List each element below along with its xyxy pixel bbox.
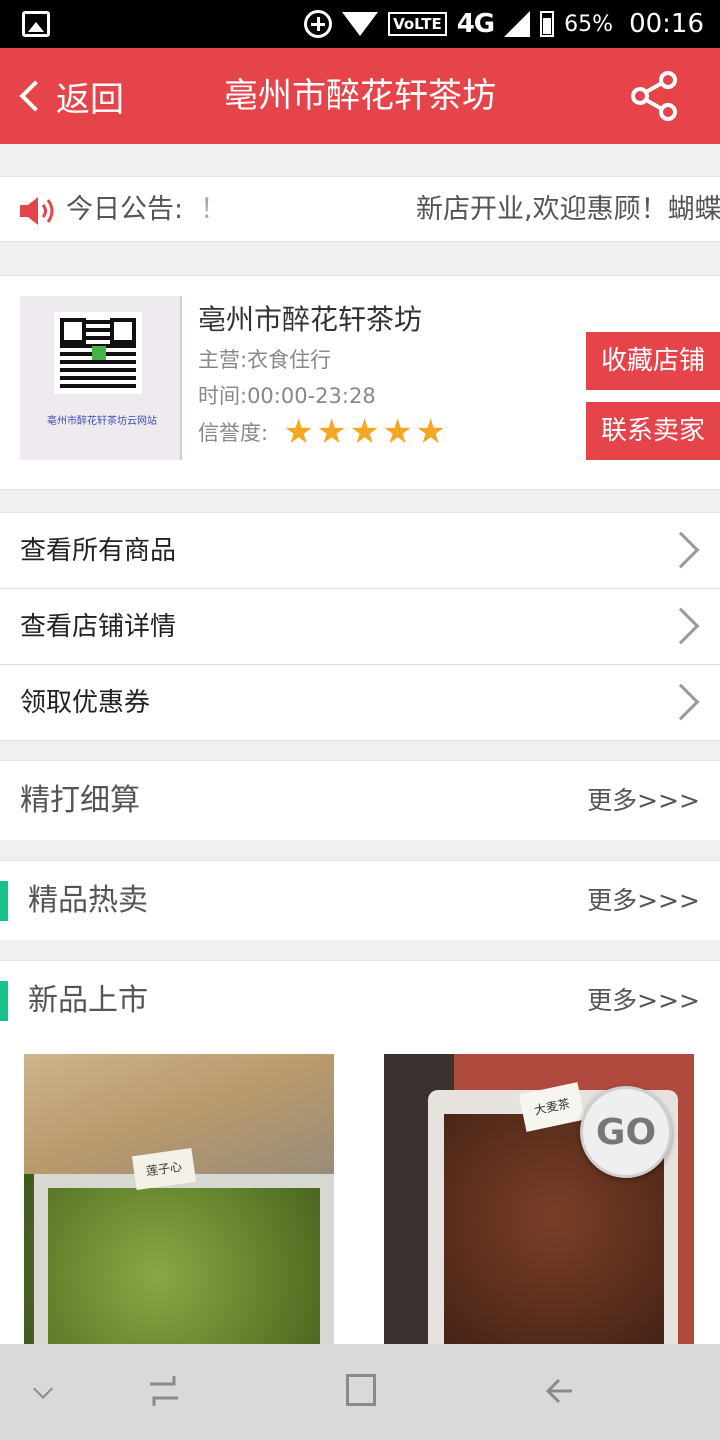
star-icon: ★ [349,412,380,452]
favorite-shop-button[interactable]: 收藏店铺 [586,332,720,390]
back-arrow-icon[interactable] [546,1378,574,1404]
section-title: 新品上市 [28,983,148,1018]
status-icons: VoLTE 4G 65% 00:16 [304,0,704,48]
status-bar: VoLTE 4G 65% 00:16 [0,0,720,48]
logo-caption: 亳州市醉花轩茶坊云网站 [47,416,157,427]
clock: 00:16 [629,9,704,39]
signal-icon [504,11,531,37]
network-type: 4G [456,9,495,39]
rating-stars: ★ ★ ★ ★ ★ [282,412,447,452]
hide-nav-icon[interactable] [33,1379,53,1399]
shop-main-business: 主营:衣食住行 [198,348,332,372]
battery-percent: 65% [564,11,614,37]
speaker-icon [20,197,54,225]
chevron-right-icon [662,531,700,569]
chevron-left-icon [19,80,51,112]
menu-item-shop-details[interactable]: 查看店铺详情 [0,589,720,665]
share-icon[interactable] [630,70,680,122]
page-title: 亳州市醉花轩茶坊 [224,76,496,116]
menu-item-all-products[interactable]: 查看所有商品 [0,513,720,589]
section-new: 新品上市 更多>>> [0,960,720,1040]
star-icon: ★ [316,412,347,452]
image-notification-icon [22,11,50,37]
app-header: 返回 亳州市醉花轩茶坊 [0,48,720,144]
more-link[interactable]: 更多>>> [587,861,700,941]
section-hot: 精品热卖 更多>>> [0,860,720,940]
credit-label: 信誉度: [198,421,269,445]
menu-item-label: 查看所有商品 [20,536,177,566]
shop-name: 亳州市醉花轩茶坊 [198,303,423,336]
chevron-right-icon [662,683,700,721]
star-icon: ★ [283,412,314,452]
announcement-label: 今日公告: [66,194,184,225]
qr-code [54,312,142,394]
product-card[interactable]: 莲子心 [24,1054,334,1344]
star-icon: ★ [382,412,413,452]
chevron-right-icon [662,607,700,645]
shop-credit: 信誉度: ★ ★ ★ ★ ★ [198,412,447,452]
go-floating-button[interactable]: GO [580,1086,672,1178]
home-icon[interactable] [346,1374,376,1406]
section-title: 精品热卖 [28,883,148,918]
announcement-scroll-tail: ！ [200,194,227,225]
star-icon: ★ [415,412,446,452]
contact-seller-button[interactable]: 联系卖家 [586,402,720,460]
more-link[interactable]: 更多>>> [587,761,700,841]
section-title: 精打细算 [20,783,140,818]
wifi-icon [342,12,379,36]
menu-item-label: 查看店铺详情 [20,612,177,642]
announcement-text: 新店开业,欢迎惠顾！蝴蝶 [416,194,720,225]
shop-hours: 时间:00:00-23:28 [198,384,376,408]
battery-icon [540,11,555,37]
data-saver-icon [304,10,333,38]
menu-item-coupons[interactable]: 领取优惠券 [0,665,720,741]
back-label: 返回 [56,79,124,120]
more-link[interactable]: 更多>>> [587,961,700,1041]
section-accent [0,981,8,1021]
shop-logo: 亳州市醉花轩茶坊云网站 [20,296,182,460]
shop-menu-list: 查看所有商品 查看店铺详情 领取优惠券 [0,512,720,741]
system-navigation-bar [0,1344,720,1440]
section-accent [0,881,8,921]
menu-item-label: 领取优惠券 [20,688,151,718]
announcement-bar: 今日公告: ！ 新店开业,欢迎惠顾！蝴蝶 [0,176,720,242]
shop-info-card: 亳州市醉花轩茶坊云网站 亳州市醉花轩茶坊 主营:衣食住行 时间:00:00-23… [0,275,720,490]
volte-badge: VoLTE [388,12,447,36]
product-grid: 莲子心 大麦茶 [0,1040,720,1344]
back-button[interactable]: 返回 [16,48,124,144]
section-deals: 精打细算 更多>>> [0,760,720,840]
recent-apps-icon[interactable] [148,1374,180,1408]
